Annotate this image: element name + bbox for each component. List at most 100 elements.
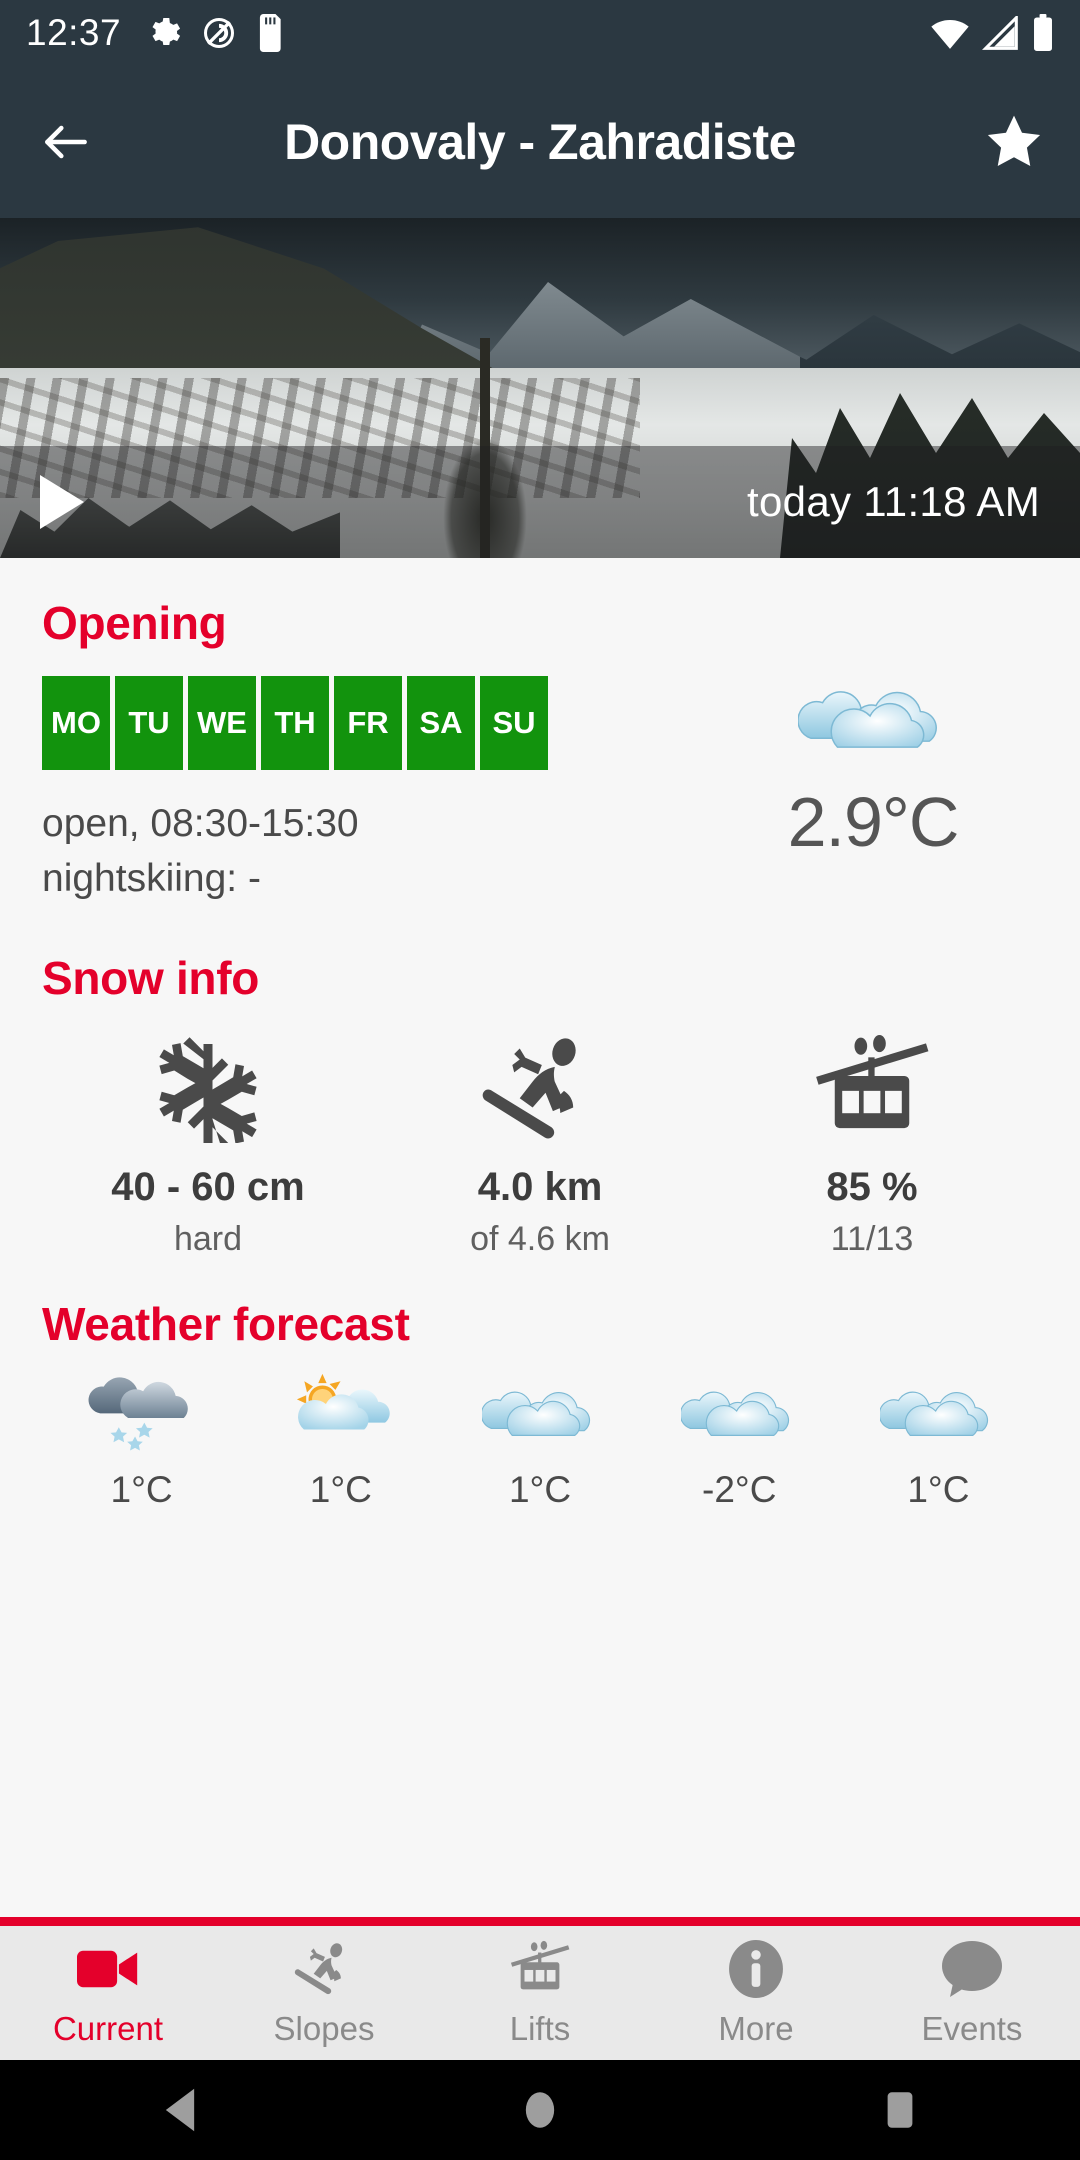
status-bar: 12:37 — [0, 0, 1080, 66]
forecast-day: 1°C — [440, 1369, 639, 1511]
gear-icon — [152, 18, 181, 45]
forecast-icon-wrap — [84, 1369, 200, 1453]
snow-depth-icon-wrap — [154, 1033, 262, 1143]
webcam-viewer[interactable]: today 11:18 AM — [0, 218, 1080, 558]
forecast-temp: 1°C — [110, 1468, 173, 1510]
snow-depth-sub: hard — [173, 1219, 243, 1258]
forecast-icon-wrap — [283, 1369, 399, 1453]
forecast-temp: 1°C — [907, 1468, 970, 1510]
forecast-temp: -2°C — [702, 1468, 777, 1510]
day-box: WE — [188, 676, 256, 770]
android-navigation-bar — [0, 2060, 1080, 2160]
nav-label: Slopes — [273, 2010, 375, 2047]
slopes-open-value: 4.0 km — [477, 1164, 603, 1209]
nav-label: Lifts — [509, 2010, 571, 2047]
android-home-button[interactable] — [480, 2087, 600, 2133]
day-box: TU — [115, 676, 183, 770]
day-box: TH — [261, 676, 329, 770]
nav-icon-wrap — [294, 1938, 354, 2000]
lifts-open-sub: 11/13 — [830, 1219, 914, 1258]
play-icon — [40, 475, 84, 529]
back-button[interactable] — [30, 106, 102, 178]
nav-icon-wrap — [509, 1938, 571, 2000]
speech-bubble-icon — [942, 1941, 1002, 1997]
cloudy-icon — [482, 1391, 591, 1436]
snow-info-grid: 40 - 60 cm hard 4.0 km of 4.6 km 85 % 11… — [42, 1033, 1038, 1259]
android-recents-button[interactable] — [840, 2087, 960, 2133]
forecast-grid: 1°C 1°C 1°C -2°C 1°C — [42, 1369, 1038, 1511]
slopes-open-cell: 4.0 km of 4.6 km — [374, 1033, 706, 1259]
nav-label: Current — [52, 2010, 164, 2047]
main-content: Opening MO TU WE TH FR SA SU open, 08:30… — [0, 558, 1080, 1511]
lifts-open-cell: 85 % 11/13 — [706, 1033, 1038, 1259]
day-box: MO — [42, 676, 110, 770]
cloudy-icon — [798, 691, 937, 748]
forecast-temp: 1°C — [508, 1468, 572, 1510]
bottom-nav-divider — [0, 1917, 1080, 1926]
snow-depth-value: 40 - 60 cm — [111, 1164, 305, 1209]
nav-item-events[interactable]: Events — [864, 1938, 1080, 2048]
forecast-day: 1°C — [839, 1369, 1038, 1511]
bottom-navigation: Current Slopes Lifts More Events — [0, 1926, 1080, 2060]
favorite-button[interactable] — [978, 106, 1050, 178]
lifts-open-value: 85 % — [826, 1164, 918, 1209]
forecast-day: 1°C — [42, 1369, 241, 1511]
opening-days: MO TU WE TH FR SA SU — [42, 676, 548, 770]
forecast-day: -2°C — [640, 1369, 839, 1511]
nav-label: More — [718, 2010, 794, 2047]
android-back-icon — [165, 2088, 195, 2132]
info-circle-icon — [729, 1940, 783, 1998]
play-button[interactable] — [40, 475, 84, 529]
gondola-icon — [816, 1034, 929, 1128]
back-arrow-icon — [45, 125, 87, 159]
sun-behind-cloud-icon — [296, 1373, 390, 1430]
page-title: Donovaly - Zahradiste — [284, 114, 796, 170]
nav-item-slopes[interactable]: Slopes — [216, 1938, 432, 2048]
opening-hours: open, 08:30-15:30 — [42, 802, 359, 845]
app-bar: Donovaly - Zahradiste — [0, 66, 1080, 218]
lifts-icon-wrap — [812, 1033, 932, 1143]
sd-card-icon — [260, 14, 281, 52]
nav-item-more[interactable]: More — [648, 1938, 864, 2048]
nav-item-current[interactable]: Current — [0, 1938, 216, 2048]
android-recents-icon — [887, 2092, 913, 2128]
forecast-icon-wrap — [482, 1369, 598, 1453]
opening-section: MO TU WE TH FR SA SU open, 08:30-15:30 n… — [42, 676, 1038, 907]
cloudy-icon — [880, 1391, 989, 1436]
snow-shower-icon — [88, 1377, 188, 1451]
opening-section-title: Opening — [42, 597, 227, 649]
slopes-open-sub: of 4.6 km — [470, 1219, 610, 1258]
nav-icon-wrap — [942, 1938, 1002, 2000]
nav-label: Events — [921, 2010, 1023, 2047]
android-back-button[interactable] — [120, 2087, 240, 2133]
skier-icon — [294, 1943, 343, 1995]
nav-icon-wrap — [728, 1938, 784, 2000]
current-weather: 2.9°C — [708, 676, 1038, 862]
forecast-title: Weather forecast — [42, 1297, 410, 1350]
forecast-day: 1°C — [241, 1369, 440, 1511]
wifi-icon — [931, 19, 969, 49]
nav-item-lifts[interactable]: Lifts — [432, 1938, 648, 2048]
opening-details: open, 08:30-15:30 nightskiing: - — [42, 796, 548, 907]
nav-icon-wrap — [77, 1938, 139, 2000]
day-box: SA — [407, 676, 475, 770]
snow-depth-cell: 40 - 60 cm hard — [42, 1033, 374, 1259]
slopes-icon-wrap — [481, 1033, 599, 1143]
app-screen: 12:37 Donovaly - Zahradiste today 11:18 … — [0, 0, 1080, 2160]
forecast-icon-wrap — [880, 1369, 996, 1453]
day-box: FR — [334, 676, 402, 770]
star-icon — [987, 115, 1041, 167]
forecast-temp: 1°C — [309, 1468, 372, 1510]
opening-left: MO TU WE TH FR SA SU open, 08:30-15:30 n… — [42, 676, 548, 907]
location-disabled-icon — [204, 18, 235, 48]
gondola-icon — [510, 1940, 570, 1990]
cloudy-icon — [681, 1391, 790, 1436]
nightskiing-info: nightskiing: - — [42, 857, 261, 901]
status-time: 12:37 — [26, 12, 122, 53]
forecast-icon-wrap — [681, 1369, 797, 1453]
battery-icon — [1034, 14, 1052, 51]
video-camera-icon — [77, 1950, 138, 1988]
webcam-timestamp: today 11:18 AM — [747, 478, 1040, 525]
snowflake-icon — [159, 1037, 257, 1143]
snow-info-title: Snow info — [42, 951, 260, 1004]
